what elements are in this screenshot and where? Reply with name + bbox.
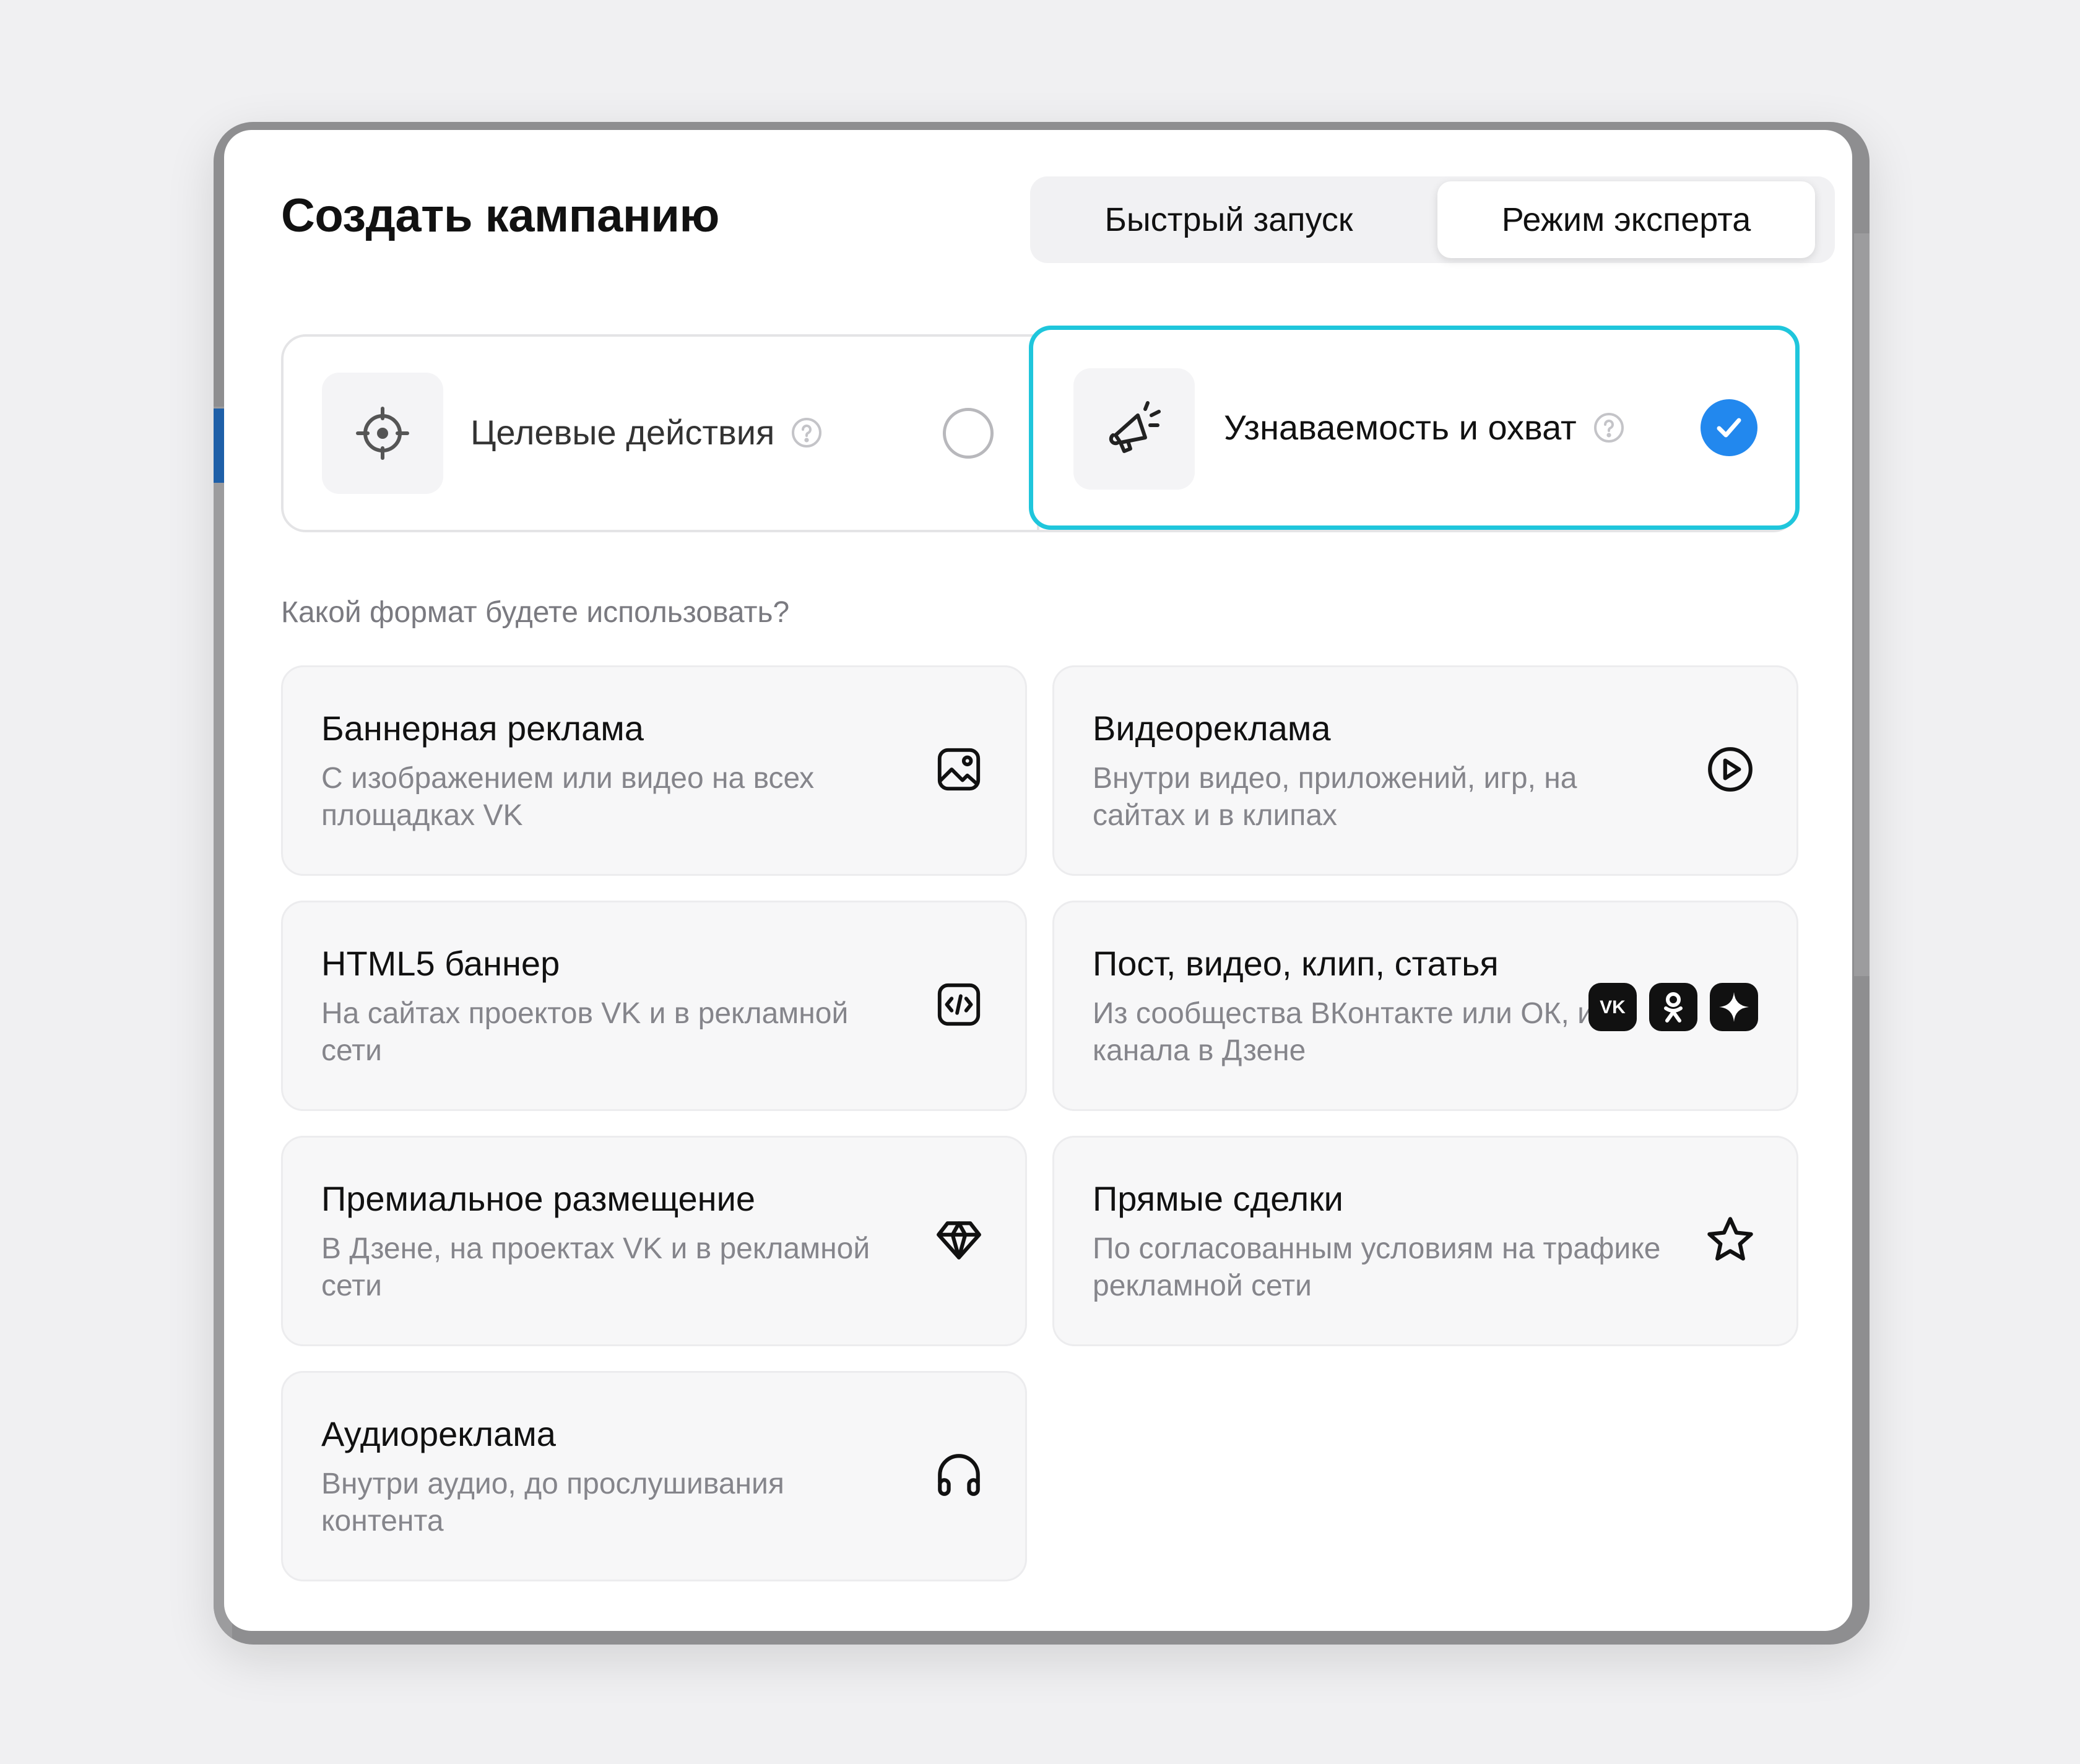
target-icon <box>322 373 443 494</box>
image-icon <box>931 741 987 797</box>
star-icon <box>1702 1212 1758 1268</box>
format-title: Премиальное размещение <box>321 1179 756 1218</box>
mode-switch: Быстрый запуск Режим эксперта <box>1030 176 1835 263</box>
play-circle-icon <box>1702 741 1758 797</box>
create-campaign-modal: Создать кампанию Быстрый запуск Режим эк… <box>224 130 1852 1631</box>
check-icon <box>1717 418 1741 438</box>
format-title: Прямые сделки <box>1093 1179 1343 1218</box>
format-title: Пост, видео, клип, статья <box>1093 944 1499 983</box>
ok-logo-icon <box>1649 983 1697 1031</box>
radio-awareness-checked[interactable] <box>1701 399 1757 456</box>
format-title: Аудиореклама <box>321 1414 556 1453</box>
formats-question: Какой формат будете использовать? <box>281 596 790 629</box>
help-icon[interactable] <box>791 417 823 449</box>
goal-option-awareness-reach[interactable]: Узнаваемость и охват <box>1029 326 1800 530</box>
modal-title: Создать кампанию <box>281 189 719 242</box>
vk-logo-icon: VK <box>1588 983 1637 1031</box>
tab-expert-mode[interactable]: Режим эксперта <box>1437 181 1815 258</box>
format-description: Из сообщества ВКонтакте или ОК, из канал… <box>1093 997 1608 1067</box>
format-title: Видеореклама <box>1093 709 1331 748</box>
goal-label-target: Целевые действия <box>470 412 823 452</box>
format-card-audio[interactable]: Аудиореклама Внутри аудио, до прослушива… <box>281 1371 1027 1581</box>
megaphone-icon <box>1073 368 1195 490</box>
format-card-banner[interactable]: Баннерная реклама С изображением или вид… <box>281 665 1027 876</box>
format-card-premium[interactable]: Премиальное размещение В Дзене, на проек… <box>281 1136 1027 1346</box>
tab-quick-launch[interactable]: Быстрый запуск <box>1035 181 1423 258</box>
format-card-video[interactable]: Видеореклама Внутри видео, приложений, и… <box>1052 665 1798 876</box>
goal-label-text: Целевые действия <box>470 413 775 452</box>
format-description: В Дзене, на проектах VK и в рекламной се… <box>321 1232 870 1302</box>
format-title: HTML5 баннер <box>321 944 560 983</box>
code-icon <box>931 977 987 1032</box>
bg-right <box>1854 233 1870 976</box>
bg-accent <box>214 409 225 483</box>
format-card-html5[interactable]: HTML5 баннер На сайтах проектов VK и в р… <box>281 901 1027 1111</box>
goal-option-target-actions[interactable]: Целевые действия <box>284 337 1036 530</box>
goal-label-text: Узнаваемость и охват <box>1224 408 1577 447</box>
radio-target-actions[interactable] <box>943 408 994 459</box>
format-description: На сайтах проектов VK и в рекламной сети <box>321 997 849 1067</box>
headphones-icon <box>931 1447 987 1503</box>
goal-label-awareness: Узнаваемость и охват <box>1224 407 1625 447</box>
help-icon[interactable] <box>1593 412 1625 444</box>
format-description: С изображением или видео на всех площадк… <box>321 762 815 832</box>
format-title: Баннерная реклама <box>321 709 644 748</box>
svg-text:VK: VK <box>1600 997 1626 1018</box>
format-description: По согласованным условиям на трафике рек… <box>1093 1232 1661 1302</box>
format-card-post[interactable]: Пост, видео, клип, статья Из сообщества … <box>1052 901 1798 1111</box>
format-card-direct-deals[interactable]: Прямые сделки По согласованным условиям … <box>1052 1136 1798 1346</box>
format-description: Внутри видео, приложений, игр, на сайтах… <box>1093 762 1577 832</box>
platform-icons: VK <box>1588 983 1758 1031</box>
diamond-icon <box>931 1212 987 1268</box>
format-description: Внутри аудио, до прослушивания контента <box>321 1468 784 1537</box>
dzen-logo-icon <box>1710 983 1758 1031</box>
